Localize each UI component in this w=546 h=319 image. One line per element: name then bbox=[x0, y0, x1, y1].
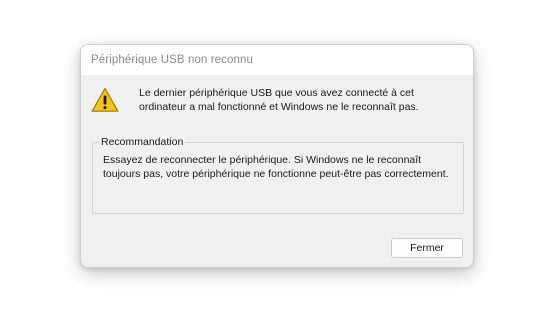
warning-icon bbox=[91, 87, 119, 112]
dialog-title: Périphérique USB non reconnu bbox=[91, 54, 253, 66]
recommendation-label: Recommandation bbox=[99, 135, 186, 149]
dialog-titlebar[interactable]: Périphérique USB non reconnu bbox=[81, 45, 473, 75]
dialog-message: Le dernier périphérique USB que vous ave… bbox=[139, 87, 419, 113]
usb-error-dialog: Périphérique USB non reconnu Le dernier … bbox=[80, 44, 474, 268]
recommendation-text: Essayez de reconnecter le périphérique. … bbox=[103, 154, 449, 180]
dialog-content: Le dernier périphérique USB que vous ave… bbox=[81, 75, 473, 267]
recommendation-group: Recommandation Essayez de reconnecter le… bbox=[92, 135, 464, 214]
close-button[interactable]: Fermer bbox=[391, 238, 463, 258]
